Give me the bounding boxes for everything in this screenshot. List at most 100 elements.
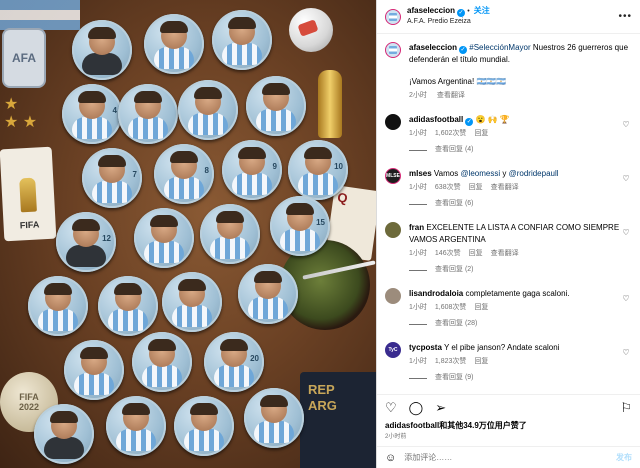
player-shirt — [164, 177, 204, 199]
avatar[interactable] — [385, 42, 401, 58]
view-replies-button[interactable]: 查看回复 (4) — [409, 144, 620, 156]
instagram-post: AFA ★ ★ ★ FIFA FIFA 2022 Q REP ARG 4 7 8 9 10… — [0, 0, 640, 468]
player-hair — [304, 147, 332, 159]
player-hair — [194, 87, 222, 99]
player-hair — [286, 203, 314, 215]
comment-time[interactable]: 1小时 — [409, 250, 427, 257]
fifa-card-text: FIFA — [19, 219, 40, 231]
pin-number: 12 — [102, 234, 111, 243]
caption-translate[interactable]: 查看翻译 — [437, 92, 465, 99]
avatar[interactable] — [385, 342, 401, 358]
player-hair — [262, 83, 290, 95]
comment-time[interactable]: 1小时 — [409, 358, 427, 365]
player-pin — [238, 264, 298, 324]
reply-button[interactable]: 回复 — [474, 130, 488, 137]
player-shirt — [232, 173, 272, 195]
player-shirt — [44, 437, 84, 459]
view-replies-button[interactable]: 查看回复 (2) — [409, 264, 620, 276]
player-pin — [178, 80, 238, 140]
player-shirt — [254, 421, 294, 443]
emoji-icon[interactable]: ☺ — [385, 452, 396, 464]
comment-username[interactable]: fran — [409, 223, 424, 232]
avatar[interactable] — [385, 8, 401, 25]
view-replies-button[interactable]: 查看回复 (28) — [409, 318, 620, 330]
more-options-icon[interactable]: ••• — [618, 11, 632, 22]
reply-button[interactable]: 回复 — [474, 304, 488, 311]
posted-ago[interactable]: 2小时前 — [377, 431, 640, 446]
like-comment-icon[interactable]: ♡ — [620, 168, 632, 210]
player-shirt — [144, 241, 184, 263]
verified-icon: ✓ — [459, 46, 468, 54]
avatar[interactable] — [385, 288, 401, 304]
comment-composer: ☺ 发布 — [377, 446, 640, 468]
mention-link[interactable]: @rodridepaull — [509, 169, 559, 178]
player-pin — [28, 276, 88, 336]
comment-username[interactable]: mlses — [409, 169, 432, 178]
caption-username[interactable]: afaseleccion — [409, 43, 457, 52]
liked-by-text[interactable]: adidasfootball和其他34.9万位用户赞了 — [377, 420, 640, 431]
comment-icon[interactable]: ◯ — [409, 400, 424, 416]
follow-button[interactable]: 关注 — [474, 6, 490, 15]
comment: adidasfootball ✓ 😮 🙌 🏆 1小时 1,602次赞 回复 查看回复 (4… — [385, 114, 632, 156]
hashtag-link[interactable]: #SelecciónMayor — [469, 43, 530, 52]
reply-button[interactable]: 回复 — [469, 250, 483, 257]
comment: mlses Vamos @leomessi y @rodridepaull 1小时… — [385, 168, 632, 210]
player-hair — [220, 339, 248, 351]
passport: REP ARG — [300, 372, 376, 468]
pin-number: 15 — [316, 218, 325, 227]
comment-time[interactable]: 1小时 — [409, 130, 427, 137]
avatar[interactable] — [385, 222, 401, 238]
player-pin — [244, 388, 304, 448]
like-comment-icon[interactable]: ♡ — [620, 114, 632, 156]
player-hair — [88, 27, 116, 39]
translate-button[interactable]: 查看翻译 — [491, 250, 519, 257]
comment-likes[interactable]: 146次赞 — [435, 250, 461, 257]
player-shirt — [184, 429, 224, 451]
comment-likes[interactable]: 1,608次赞 — [435, 304, 467, 311]
translate-button[interactable]: 查看翻译 — [491, 184, 519, 191]
share-icon[interactable]: ➢ — [435, 400, 446, 416]
post-image[interactable]: AFA ★ ★ ★ FIFA FIFA 2022 Q REP ARG 4 7 8 9 10… — [0, 0, 376, 468]
player-hair — [44, 283, 72, 295]
caption-text-2: ¡Vamos Argentina! 🇦🇷🇦🇷🇦🇷 — [409, 77, 507, 86]
player-pin: 12 — [56, 212, 116, 272]
view-replies-button[interactable]: 查看回复 (6) — [409, 198, 620, 210]
comment-list[interactable]: afaseleccion ✓ #SelecciónMayor Nuestros 2… — [377, 34, 640, 394]
comments-panel: afaseleccion ✓ • 关注 A.F.A. Predio Ezeiza •… — [376, 0, 640, 468]
like-icon[interactable]: ♡ — [385, 400, 397, 416]
comment-text: Y el pibe janson? Andate scaloni — [443, 343, 560, 352]
player-shirt — [256, 109, 296, 131]
caption-time[interactable]: 2小时 — [409, 92, 427, 99]
comment: lisandrodaloia completamente gaga scalon… — [385, 288, 632, 330]
reply-button[interactable]: 回复 — [469, 184, 483, 191]
view-replies-button[interactable]: 查看回复 (9) — [409, 372, 620, 384]
comment-likes[interactable]: 638次赞 — [435, 184, 461, 191]
post-button[interactable]: 发布 — [616, 452, 632, 463]
like-comment-icon[interactable]: ♡ — [620, 342, 632, 384]
reply-button[interactable]: 回复 — [474, 358, 488, 365]
player-shirt — [154, 47, 194, 69]
player-hair — [254, 271, 282, 283]
comment-likes[interactable]: 1,602次赞 — [435, 130, 467, 137]
comment-text: EXCELENTE LA LISTA A CONFIAR COMO SIEMPR… — [409, 223, 620, 244]
comment-time[interactable]: 1小时 — [409, 184, 427, 191]
bookmark-icon[interactable]: ⚐ — [620, 400, 632, 416]
mention-link[interactable]: @leomessi — [460, 169, 500, 178]
location-label[interactable]: A.F.A. Predio Ezeiza — [407, 17, 618, 27]
avatar[interactable] — [385, 168, 401, 184]
like-comment-icon[interactable]: ♡ — [620, 288, 632, 330]
avatar[interactable] — [385, 114, 401, 130]
player-pin: 8 — [154, 144, 214, 204]
comment-username[interactable]: tycposta — [409, 343, 442, 352]
player-pin — [72, 20, 132, 80]
like-comment-icon[interactable]: ♡ — [620, 222, 632, 276]
comment-username[interactable]: lisandrodaloia — [409, 289, 463, 298]
comment-input[interactable] — [404, 453, 616, 462]
passport-line-2: ARG — [308, 398, 337, 413]
comment-likes[interactable]: 1,823次赞 — [435, 358, 467, 365]
header-username[interactable]: afaseleccion — [407, 6, 455, 15]
player-hair — [228, 17, 256, 29]
player-pin: 10 — [288, 140, 348, 200]
comment-time[interactable]: 1小时 — [409, 304, 427, 311]
comment-username[interactable]: adidasfootball — [409, 115, 463, 124]
